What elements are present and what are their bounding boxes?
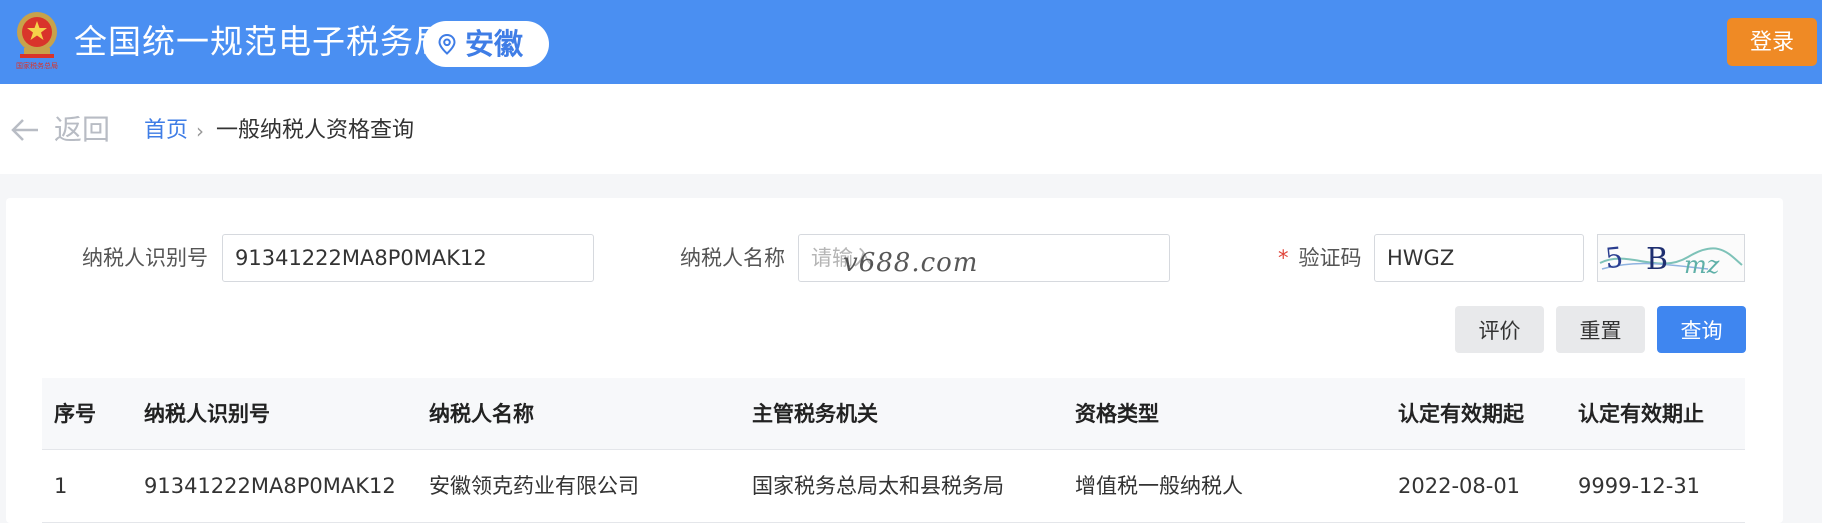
back-button[interactable]: 返回 xyxy=(10,112,110,148)
captcha-graphic: 5 B mz xyxy=(1599,241,1743,279)
cell-tax-authority: 国家税务总局太和县税务局 xyxy=(752,474,1004,498)
region-label: 安徽 xyxy=(465,27,524,61)
cell-taxpayer-id: 91341222MA8P0MAK12 xyxy=(144,474,396,498)
column-header: 主管税务机关 xyxy=(752,402,878,426)
table-row[interactable]: 1 91341222MA8P0MAK12 安徽领克药业有限公司 国家税务总局太和… xyxy=(42,450,1745,523)
svg-text:5: 5 xyxy=(1604,241,1625,276)
column-header: 纳税人名称 xyxy=(429,402,534,426)
top-header: 国家税务总局 全国统一规范电子税务局 安徽 登录 xyxy=(0,0,1822,84)
region-selector[interactable]: 安徽 xyxy=(423,21,549,67)
back-label: 返回 xyxy=(54,113,111,146)
breadcrumb-separator: › xyxy=(196,119,204,143)
cell-index: 1 xyxy=(54,474,68,498)
breadcrumb-home[interactable]: 首页 xyxy=(144,116,188,146)
captcha-input[interactable] xyxy=(1374,234,1584,282)
column-header: 资格类型 xyxy=(1075,402,1159,426)
captcha-label: * 验证码 xyxy=(1278,243,1362,273)
column-header: 纳税人识别号 xyxy=(144,402,270,426)
cell-valid-from: 2022-08-01 xyxy=(1398,474,1521,498)
table-header: 序号 纳税人识别号 纳税人名称 主管税务机关 资格类型 认定有效期起 认定有效期… xyxy=(42,378,1745,450)
cell-qualification-type: 增值税一般纳税人 xyxy=(1075,474,1243,498)
captcha-image[interactable]: 5 B mz xyxy=(1597,234,1745,282)
breadcrumb-current: 一般纳税人资格查询 xyxy=(216,118,415,143)
cell-taxpayer-name: 安徽领克药业有限公司 xyxy=(429,474,639,498)
cell-valid-to: 9999-12-31 xyxy=(1578,474,1701,498)
svg-text:国家税务总局: 国家税务总局 xyxy=(16,61,58,70)
evaluate-button[interactable]: 评价 xyxy=(1455,306,1544,353)
column-header: 认定有效期止 xyxy=(1578,402,1704,426)
location-pin-icon xyxy=(438,33,456,55)
tax-emblem-icon: 国家税务总局 xyxy=(16,12,58,70)
nav-bar: 返回 首页 › 一般纳税人资格查询 xyxy=(0,84,1822,174)
captcha-label-text: 验证码 xyxy=(1298,246,1362,270)
login-button[interactable]: 登录 xyxy=(1727,18,1817,66)
taxpayer-id-input[interactable] xyxy=(222,234,594,282)
column-header: 认定有效期起 xyxy=(1398,402,1524,426)
query-button[interactable]: 查询 xyxy=(1657,306,1746,353)
svg-text:B: B xyxy=(1646,242,1668,277)
watermark: v688.com xyxy=(843,248,979,278)
taxpayer-name-label: 纳税人名称 xyxy=(680,246,785,270)
required-mark: * xyxy=(1278,246,1289,270)
reset-button[interactable]: 重置 xyxy=(1556,306,1645,353)
arrow-left-icon xyxy=(11,119,38,141)
taxpayer-id-label: 纳税人识别号 xyxy=(82,246,208,270)
column-header: 序号 xyxy=(54,402,96,426)
site-title: 全国统一规范电子税务局 xyxy=(74,22,448,61)
svg-text:mz: mz xyxy=(1684,251,1720,279)
